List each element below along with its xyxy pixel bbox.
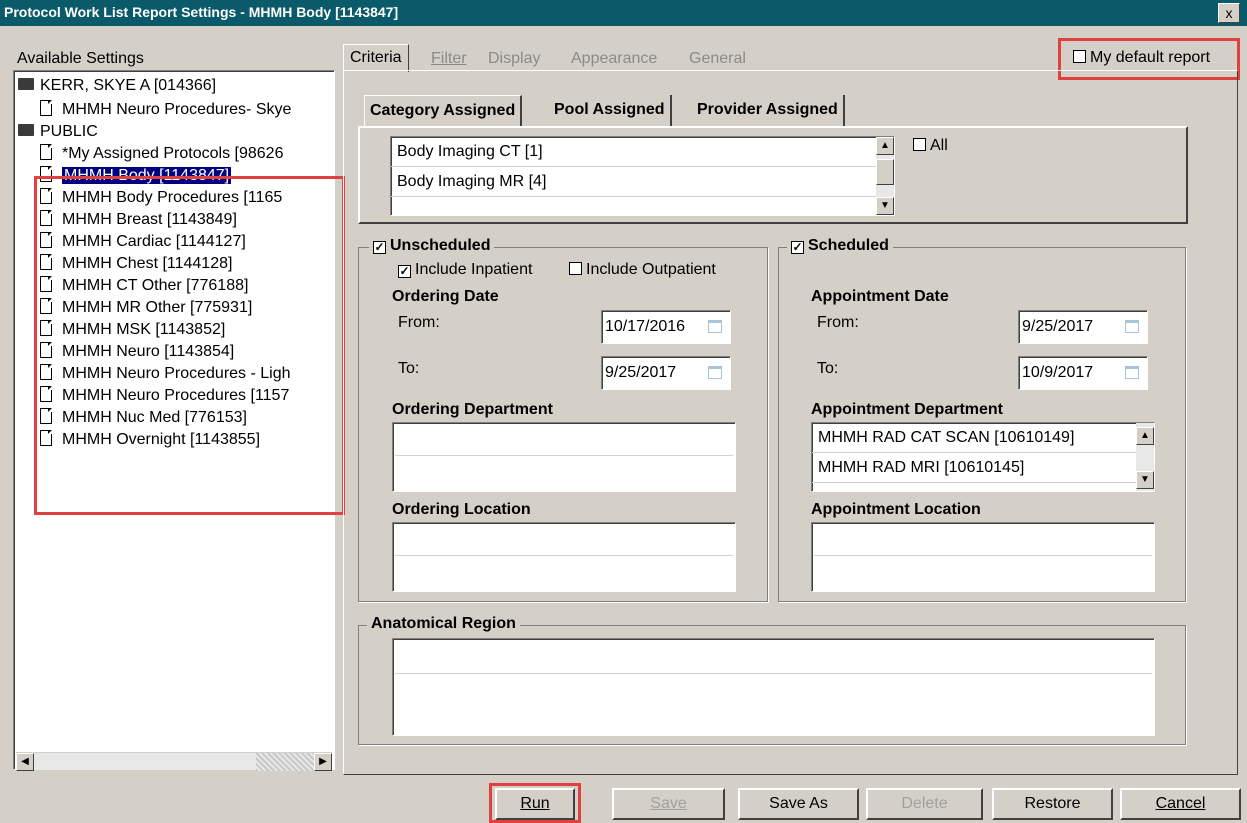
- window-title: Protocol Work List Report Settings - MHM…: [0, 0, 1247, 26]
- tree-item-label: MHMH Neuro Procedures- Skye: [62, 101, 292, 118]
- tab-label: Criteria: [350, 49, 402, 66]
- department-list-scrollbar[interactable]: ▲ ▼: [1136, 423, 1154, 491]
- tree-item-label: KERR, SKYE A [014366]: [40, 77, 217, 94]
- calendar-icon[interactable]: [1125, 366, 1139, 379]
- appointment-to-label: To:: [817, 360, 839, 377]
- delete-button[interactable]: Delete: [866, 788, 983, 820]
- button-label: Delete: [901, 795, 948, 812]
- appointment-location-list[interactable]: [811, 522, 1155, 592]
- document-icon: [40, 144, 52, 160]
- highlight-tree-selection: [34, 176, 345, 515]
- tree-item-label: *My Assigned Protocols [98626: [62, 145, 284, 162]
- scroll-up-arrow-icon[interactable]: ▲: [1136, 427, 1154, 445]
- scroll-down-arrow-icon[interactable]: ▼: [876, 197, 894, 215]
- anatomical-region-title: Anatomical Region: [367, 615, 520, 633]
- include-inpatient-checkbox[interactable]: ✓ Include Inpatient: [398, 261, 532, 279]
- tab-pool-assigned[interactable]: Pool Assigned: [549, 95, 672, 127]
- list-item[interactable]: Body Imaging CT [1]: [391, 137, 894, 167]
- category-list-scrollbar[interactable]: ▲ ▼: [876, 137, 894, 215]
- checkbox-icon: [913, 138, 926, 151]
- category-list[interactable]: Body Imaging CT [1] Body Imaging MR [4] …: [390, 136, 895, 216]
- date-value: 9/25/2017: [605, 364, 677, 381]
- ordering-from-date-field[interactable]: 10/17/2016: [601, 310, 731, 344]
- appointment-location-label: Appointment Location: [811, 501, 981, 518]
- ordering-department-list[interactable]: [392, 422, 736, 492]
- calendar-icon[interactable]: [708, 366, 722, 379]
- tab-label: Appearance: [571, 50, 658, 67]
- appointment-department-label: Appointment Department: [811, 401, 1003, 418]
- save-button[interactable]: Save: [612, 788, 725, 820]
- button-label: Cancel: [1155, 795, 1206, 812]
- tree-item-my-assigned[interactable]: *My Assigned Protocols [98626: [40, 143, 283, 165]
- date-value: 10/9/2017: [1022, 364, 1094, 381]
- locked-document-icon: [40, 100, 52, 116]
- anatomical-region-list[interactable]: [392, 638, 1155, 736]
- ordering-location-list[interactable]: [392, 522, 736, 592]
- appointment-to-date-field[interactable]: 10/9/2017: [1018, 356, 1148, 390]
- scroll-right-arrow-icon[interactable]: ▶: [314, 753, 332, 771]
- list-item[interactable]: MHMH RAD CAT SCAN [10610149]: [812, 423, 1154, 453]
- include-inpatient-label: Include Inpatient: [415, 261, 533, 278]
- scheduled-title[interactable]: ✓ Scheduled: [787, 237, 893, 255]
- appointment-date-label: Appointment Date: [811, 288, 949, 305]
- include-outpatient-checkbox[interactable]: Include Outpatient: [569, 261, 716, 279]
- scroll-up-arrow-icon[interactable]: ▲: [876, 137, 894, 155]
- unscheduled-label: Unscheduled: [390, 237, 491, 254]
- close-button[interactable]: x: [1218, 3, 1240, 23]
- highlight-run-button: [489, 783, 581, 823]
- scroll-down-arrow-icon[interactable]: ▼: [1136, 471, 1154, 489]
- ordering-to-date-field[interactable]: 9/25/2017: [601, 356, 731, 390]
- tree-item-public[interactable]: PUBLIC: [18, 121, 98, 143]
- list-item[interactable]: MHMH RAD MRI [10610145]: [812, 453, 1154, 483]
- calendar-icon[interactable]: [1125, 320, 1139, 333]
- tree-item-label: PUBLIC: [40, 123, 98, 140]
- scroll-left-arrow-icon[interactable]: ◀: [16, 753, 34, 771]
- list-item[interactable]: Body Imaging MR [4]: [391, 167, 894, 197]
- scheduled-label: Scheduled: [808, 237, 889, 254]
- tab-category-assigned[interactable]: Category Assigned: [364, 95, 523, 127]
- ordering-department-label: Ordering Department: [392, 401, 553, 418]
- checkbox-icon: ✓: [791, 240, 804, 254]
- appointment-from-label: From:: [817, 314, 859, 331]
- all-checkbox[interactable]: All: [913, 137, 948, 155]
- cancel-button[interactable]: Cancel: [1120, 788, 1241, 820]
- folder-icon: [18, 124, 34, 136]
- tree-item-user[interactable]: KERR, SKYE A [014366]: [18, 75, 216, 97]
- tree-horizontal-scrollbar[interactable]: ◀ ▶: [16, 752, 332, 771]
- checkbox-icon: [569, 262, 582, 275]
- button-label: Save: [650, 795, 687, 812]
- date-value: 9/25/2017: [1022, 318, 1094, 335]
- button-label: Restore: [1024, 795, 1081, 812]
- tab-provider-assigned[interactable]: Provider Assigned: [692, 95, 845, 127]
- tree-item-neuro-skye[interactable]: MHMH Neuro Procedures- Skye: [40, 99, 291, 121]
- restore-button[interactable]: Restore: [992, 788, 1113, 820]
- appointment-from-date-field[interactable]: 9/25/2017: [1018, 310, 1148, 344]
- tab-label: Display: [488, 50, 541, 67]
- ordering-location-label: Ordering Location: [392, 501, 531, 518]
- all-label: All: [930, 137, 948, 154]
- scroll-track[interactable]: [256, 753, 314, 771]
- ordering-date-label: Ordering Date: [392, 288, 499, 305]
- button-label: Save As: [769, 795, 828, 812]
- date-value: 10/17/2016: [605, 318, 686, 335]
- scroll-thumb[interactable]: [876, 159, 894, 185]
- save-as-button[interactable]: Save As: [738, 788, 859, 820]
- available-settings-header: Available Settings: [17, 50, 144, 67]
- calendar-icon[interactable]: [708, 320, 722, 333]
- checkbox-icon: ✓: [373, 240, 386, 254]
- tab-criteria[interactable]: Criteria: [343, 44, 409, 72]
- tab-label: Filter: [431, 50, 467, 67]
- unscheduled-title[interactable]: ✓ Unscheduled: [369, 237, 495, 255]
- ordering-to-label: To:: [398, 360, 420, 377]
- include-outpatient-label: Include Outpatient: [586, 261, 716, 278]
- user-folder-icon: [18, 78, 34, 90]
- appointment-department-list[interactable]: MHMH RAD CAT SCAN [10610149] MHMH RAD MR…: [811, 422, 1155, 492]
- checkbox-icon: ✓: [398, 264, 411, 278]
- ordering-from-label: From:: [398, 314, 440, 331]
- tab-label: General: [689, 50, 746, 67]
